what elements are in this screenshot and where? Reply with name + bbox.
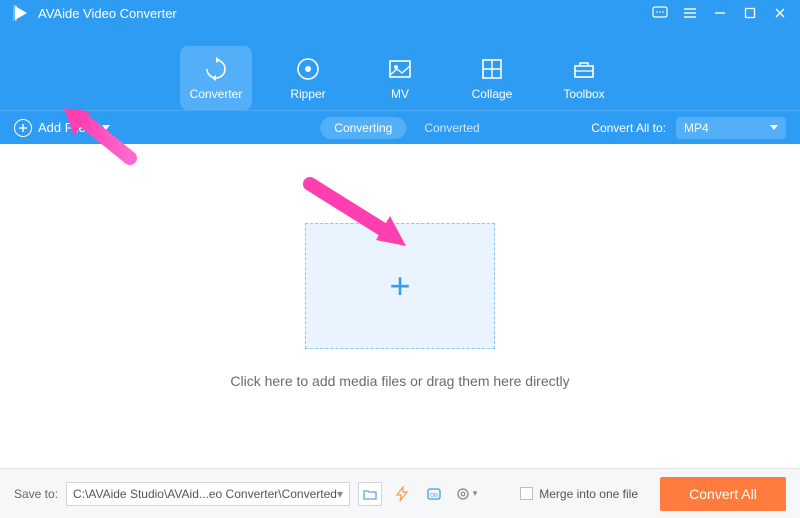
- menu-icon[interactable]: [682, 5, 698, 21]
- dropzone-hint: Click here to add media files or drag th…: [230, 373, 569, 389]
- folder-icon: [363, 488, 377, 500]
- svg-text:ON: ON: [430, 493, 438, 499]
- tab-label: MV: [391, 87, 409, 101]
- tab-converter[interactable]: Converter: [180, 46, 252, 110]
- footer: Save to: C:\AVAide Studio\AVAid...eo Con…: [0, 468, 800, 518]
- grid-icon: [478, 55, 506, 83]
- save-path-value: C:\AVAide Studio\AVAid...eo Converter\Co…: [73, 487, 337, 501]
- gear-icon: [455, 486, 471, 502]
- close-icon[interactable]: [772, 5, 788, 21]
- feedback-icon[interactable]: [652, 5, 668, 21]
- merge-label: Merge into one file: [539, 487, 638, 501]
- caret-down-icon: [770, 125, 778, 130]
- add-files-button[interactable]: Add Files: [14, 119, 110, 137]
- subbar: Add Files Converting Converted Convert A…: [0, 110, 800, 144]
- convert-all-button[interactable]: Convert All: [660, 477, 786, 511]
- gpu-toggle-button[interactable]: ON: [422, 482, 446, 506]
- tab-label: Ripper: [290, 87, 325, 101]
- window-controls: [652, 5, 788, 21]
- maximize-icon[interactable]: [742, 5, 758, 21]
- chevron-down-icon: ▾: [337, 487, 343, 501]
- tab-mv[interactable]: MV: [364, 46, 436, 110]
- caret-down-icon: [102, 125, 110, 130]
- dropzone[interactable]: +: [305, 223, 495, 349]
- format-select[interactable]: MP4: [676, 117, 786, 139]
- chip-icon: ON: [425, 486, 443, 502]
- subtab-converted[interactable]: Converted: [424, 121, 479, 135]
- minimize-icon[interactable]: [712, 5, 728, 21]
- subtabs: Converting Converted: [320, 117, 479, 139]
- plus-circle-icon: [14, 119, 32, 137]
- tab-ripper[interactable]: Ripper: [272, 46, 344, 110]
- tab-toolbox[interactable]: Toolbox: [548, 46, 620, 110]
- save-path-select[interactable]: C:\AVAide Studio\AVAid...eo Converter\Co…: [66, 482, 350, 506]
- open-folder-button[interactable]: [358, 482, 382, 506]
- merge-checkbox[interactable]: Merge into one file: [520, 487, 638, 501]
- settings-button[interactable]: ▾: [454, 482, 478, 506]
- tab-label: Toolbox: [563, 87, 604, 101]
- app-title: AVAide Video Converter: [38, 6, 177, 21]
- tab-label: Collage: [472, 87, 513, 101]
- main-tabs: Converter Ripper MV Collage: [0, 26, 800, 110]
- plus-icon: +: [389, 265, 410, 307]
- disc-icon: [294, 55, 322, 83]
- add-files-label: Add Files: [38, 120, 92, 135]
- subtab-converting[interactable]: Converting: [320, 117, 406, 139]
- tab-collage[interactable]: Collage: [456, 46, 528, 110]
- app-header: AVAide Video Converter: [0, 0, 800, 110]
- content-area: + Click here to add media files or drag …: [0, 144, 800, 468]
- save-to-label: Save to:: [14, 487, 58, 501]
- refresh-icon: [202, 55, 230, 83]
- checkbox-icon: [520, 487, 533, 500]
- chevron-down-icon: ▾: [473, 488, 478, 499]
- tab-label: Converter: [190, 87, 243, 101]
- bolt-icon: [394, 486, 410, 502]
- toolbox-icon: [570, 55, 598, 83]
- image-icon: [386, 55, 414, 83]
- hardware-accel-button[interactable]: [390, 482, 414, 506]
- titlebar: AVAide Video Converter: [0, 0, 800, 26]
- app-logo-icon: [12, 4, 30, 22]
- format-value: MP4: [684, 121, 709, 135]
- convert-all-control: Convert All to: MP4: [591, 117, 786, 139]
- convert-all-label: Convert All to:: [591, 121, 666, 135]
